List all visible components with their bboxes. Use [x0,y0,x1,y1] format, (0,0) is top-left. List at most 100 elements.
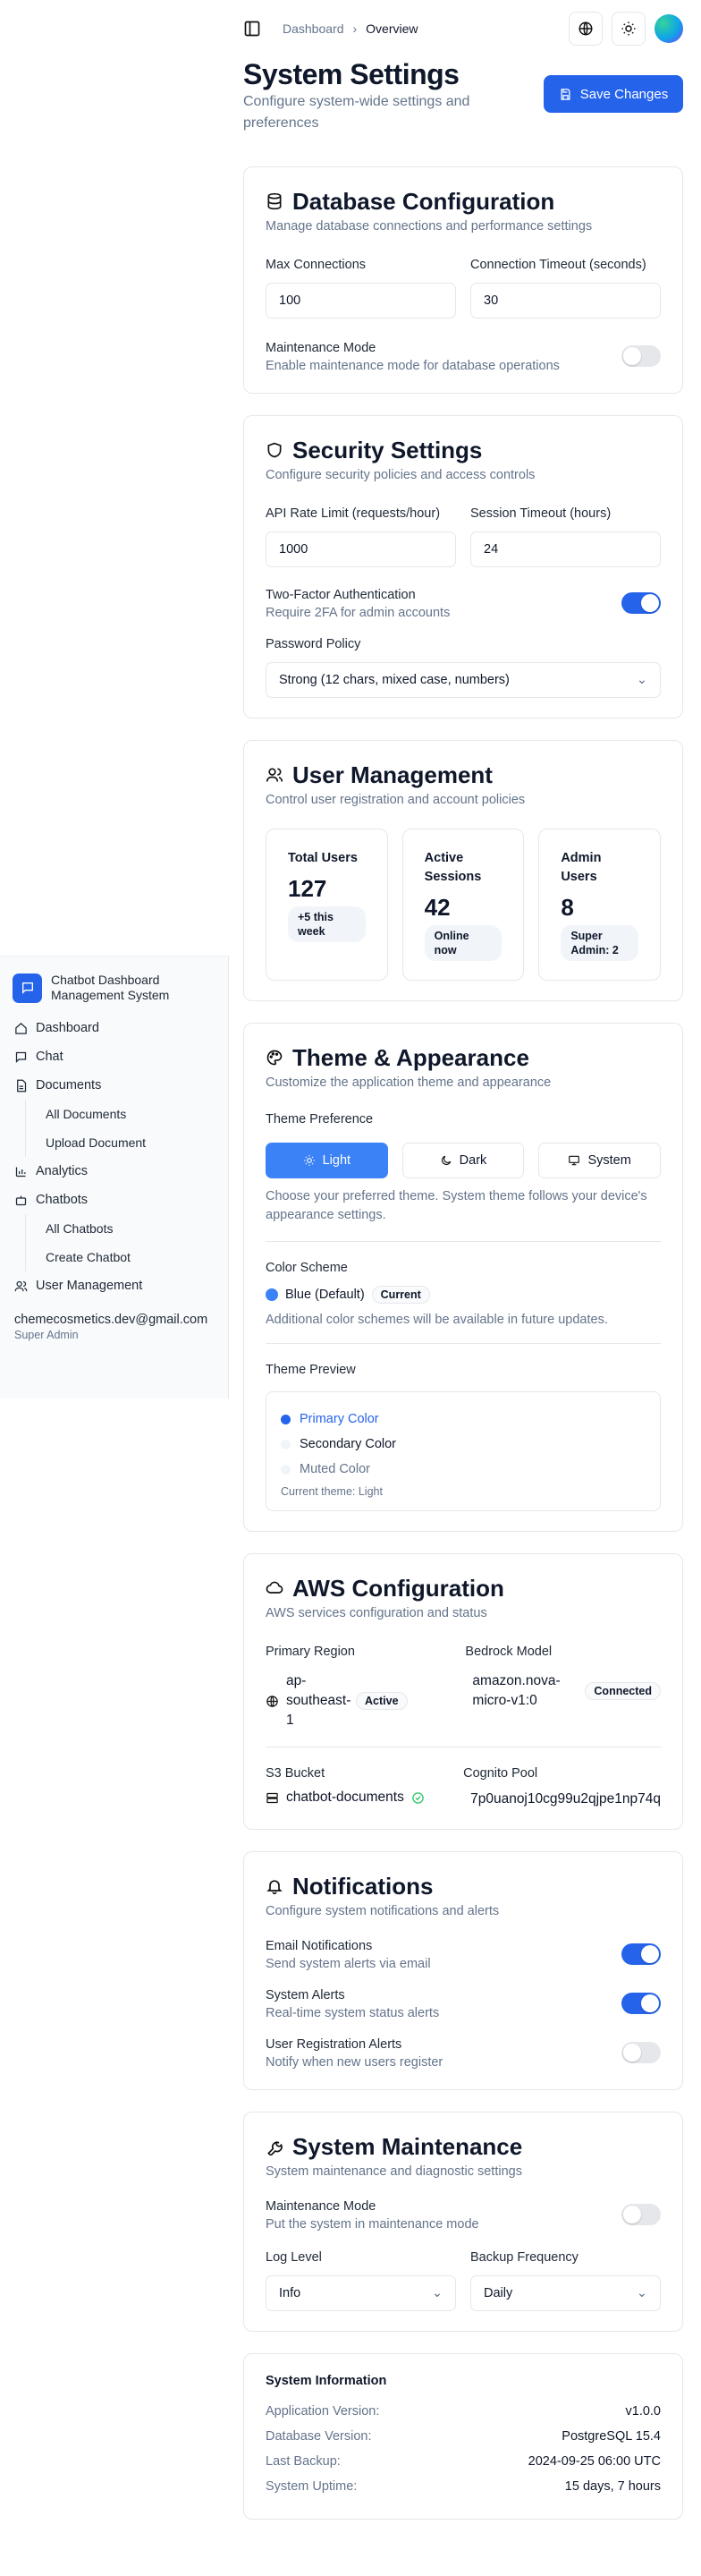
sidebar-item-documents[interactable]: Documents [9,1071,219,1100]
sidebar-item-dashboard[interactable]: Dashboard [9,1014,219,1042]
sidebar: Chatbot Dashboard Management System Dash… [0,956,229,1399]
theme-desc: Customize the application theme and appe… [266,1075,552,1090]
stat-total-users: Total Users 127 +5 this week [266,829,388,981]
avatar[interactable] [655,14,683,43]
secondary-dot [281,1439,291,1450]
sidebar-item-label: Chat [36,1050,63,1064]
user-profile[interactable]: chemecosmetics.dev@gmail.com Super Admin [0,1300,228,1341]
registration-alerts-toggle[interactable] [621,2041,661,2063]
preview-primary: Primary Color [300,1412,379,1426]
crumb-dashboard[interactable]: Dashboard [283,21,344,36]
rate-limit-input[interactable]: 1000 [266,531,456,567]
theme-option-light[interactable]: Light [266,1143,388,1178]
email-notif-desc: Send system alerts via email [266,1957,431,1971]
stat-title: Active Sessions [424,851,482,884]
muted-dot [281,1464,291,1475]
stat-value: 127 [288,875,327,902]
check-circle-icon [412,1791,424,1804]
sidebar-item-all-chatbots[interactable]: All Chatbots [25,1214,219,1243]
divider [266,1343,661,1344]
sidebar-item-label: Chatbots [36,1193,89,1207]
max-connections-input[interactable]: 100 [266,283,456,319]
rate-limit-label: API Rate Limit (requests/hour) [266,506,441,521]
sidebar-item-create-chatbot[interactable]: Create Chatbot [25,1243,219,1271]
bell-icon [266,1880,283,1895]
chevron-right-icon: › [352,21,358,36]
language-button[interactable] [569,12,603,46]
maintenance-mode-desc: Put the system in maintenance mode [266,2217,479,2232]
cognito-label: Cognito Pool [463,1766,538,1781]
stat-value: 42 [424,894,451,921]
connection-timeout-input[interactable]: 30 [470,283,661,319]
database-title: Database Configuration [292,188,555,215]
crumb-current: Overview [366,21,418,36]
sidebar-item-all-documents[interactable]: All Documents [25,1100,219,1128]
bedrock-value: amazon.nova-micro-v1:0 [472,1673,561,1708]
page-subtitle: Configure system-wide settings and prefe… [243,94,470,131]
notifications-title: Notifications [292,1873,434,1900]
session-timeout-label: Session Timeout (hours) [470,506,612,521]
server-icon [266,1792,278,1803]
db-maintenance-desc: Enable maintenance mode for database ope… [266,359,560,373]
twofa-toggle[interactable] [621,591,661,614]
theme-card: Theme & Appearance Customize the applica… [243,1023,683,1532]
sun-icon [621,21,636,36]
log-level-value: Info [279,2286,301,2300]
theme-toggle-button[interactable] [612,12,646,46]
divider [266,1241,661,1242]
sidebar-item-upload-document[interactable]: Upload Document [25,1128,219,1157]
brand[interactable]: Chatbot Dashboard Management System [0,956,228,1014]
notifications-card: Notifications Configure system notificat… [243,1851,683,2090]
blue-swatch[interactable] [266,1288,278,1301]
sidebar-item-chatbots[interactable]: Chatbots [9,1186,219,1214]
sidebar-item-label: Analytics [36,1164,89,1178]
chat-icon [15,1051,27,1063]
info-row: Application Version: v1.0.0 [266,2404,661,2419]
sidebar-item-user-management[interactable]: User Management [9,1271,219,1300]
sidebar-toggle-icon[interactable] [243,20,261,38]
maintenance-title: System Maintenance [292,2133,523,2160]
password-policy-value: Strong (12 chars, mixed case, numbers) [279,673,510,687]
aws-title: AWS Configuration [292,1575,504,1602]
theme-title: Theme & Appearance [292,1044,529,1071]
backup-frequency-label: Backup Frequency [470,2250,579,2265]
database-card: Database Configuration Manage database c… [243,166,683,394]
log-level-select[interactable]: Info ⌄ [266,2275,456,2311]
session-timeout-input[interactable]: 24 [470,531,661,567]
db-maintenance-toggle[interactable] [621,344,661,367]
theme-option-system[interactable]: System [538,1143,661,1178]
main-content: Dashboard › Overview System Settings Con… [243,0,683,2520]
email-notif-toggle[interactable] [621,1943,661,1965]
save-button[interactable]: Save Changes [544,75,683,113]
system-alerts-toggle[interactable] [621,1992,661,2014]
stat-title: Total Users [288,851,358,865]
sidebar-item-chat[interactable]: Chat [9,1042,219,1071]
sidebar-item-analytics[interactable]: Analytics [9,1157,219,1186]
region-label: Primary Region [266,1645,355,1659]
sidebar-nav: Dashboard Chat Documents All Documents U… [0,1014,228,1300]
sun-icon [303,1155,315,1166]
email-notif-label: Email Notifications [266,1939,373,1953]
region-value: ap-southeast-1 [286,1673,351,1728]
s3-label: S3 Bucket [266,1766,325,1781]
bar-chart-icon [15,1167,26,1177]
stat-title: Admin Users [561,851,602,884]
password-policy-select[interactable]: Strong (12 chars, mixed case, numbers) ⌄ [266,662,661,698]
brand-line2: Management System [51,988,170,1002]
registration-alerts-label: User Registration Alerts [266,2037,402,2052]
moon-icon [441,1155,451,1165]
maintenance-card: System Maintenance System maintenance an… [243,2112,683,2332]
theme-option-dark[interactable]: Dark [401,1143,525,1178]
info-row: Last Backup: 2024-09-25 06:00 UTC [266,2454,661,2469]
bot-icon [15,1195,27,1205]
maintenance-mode-toggle[interactable] [621,2203,661,2225]
preview-secondary: Secondary Color [300,1437,396,1451]
maintenance-mode-label: Maintenance Mode [266,2199,376,2214]
log-level-label: Log Level [266,2250,322,2265]
chat-logo-icon [13,973,42,1003]
aws-card: AWS Configuration AWS services configura… [243,1553,683,1830]
brand-line1: Chatbot Dashboard [51,973,160,987]
palette-icon [266,1050,283,1066]
backup-frequency-select[interactable]: Daily ⌄ [470,2275,661,2311]
user-email: chemecosmetics.dev@gmail.com [14,1313,208,1327]
